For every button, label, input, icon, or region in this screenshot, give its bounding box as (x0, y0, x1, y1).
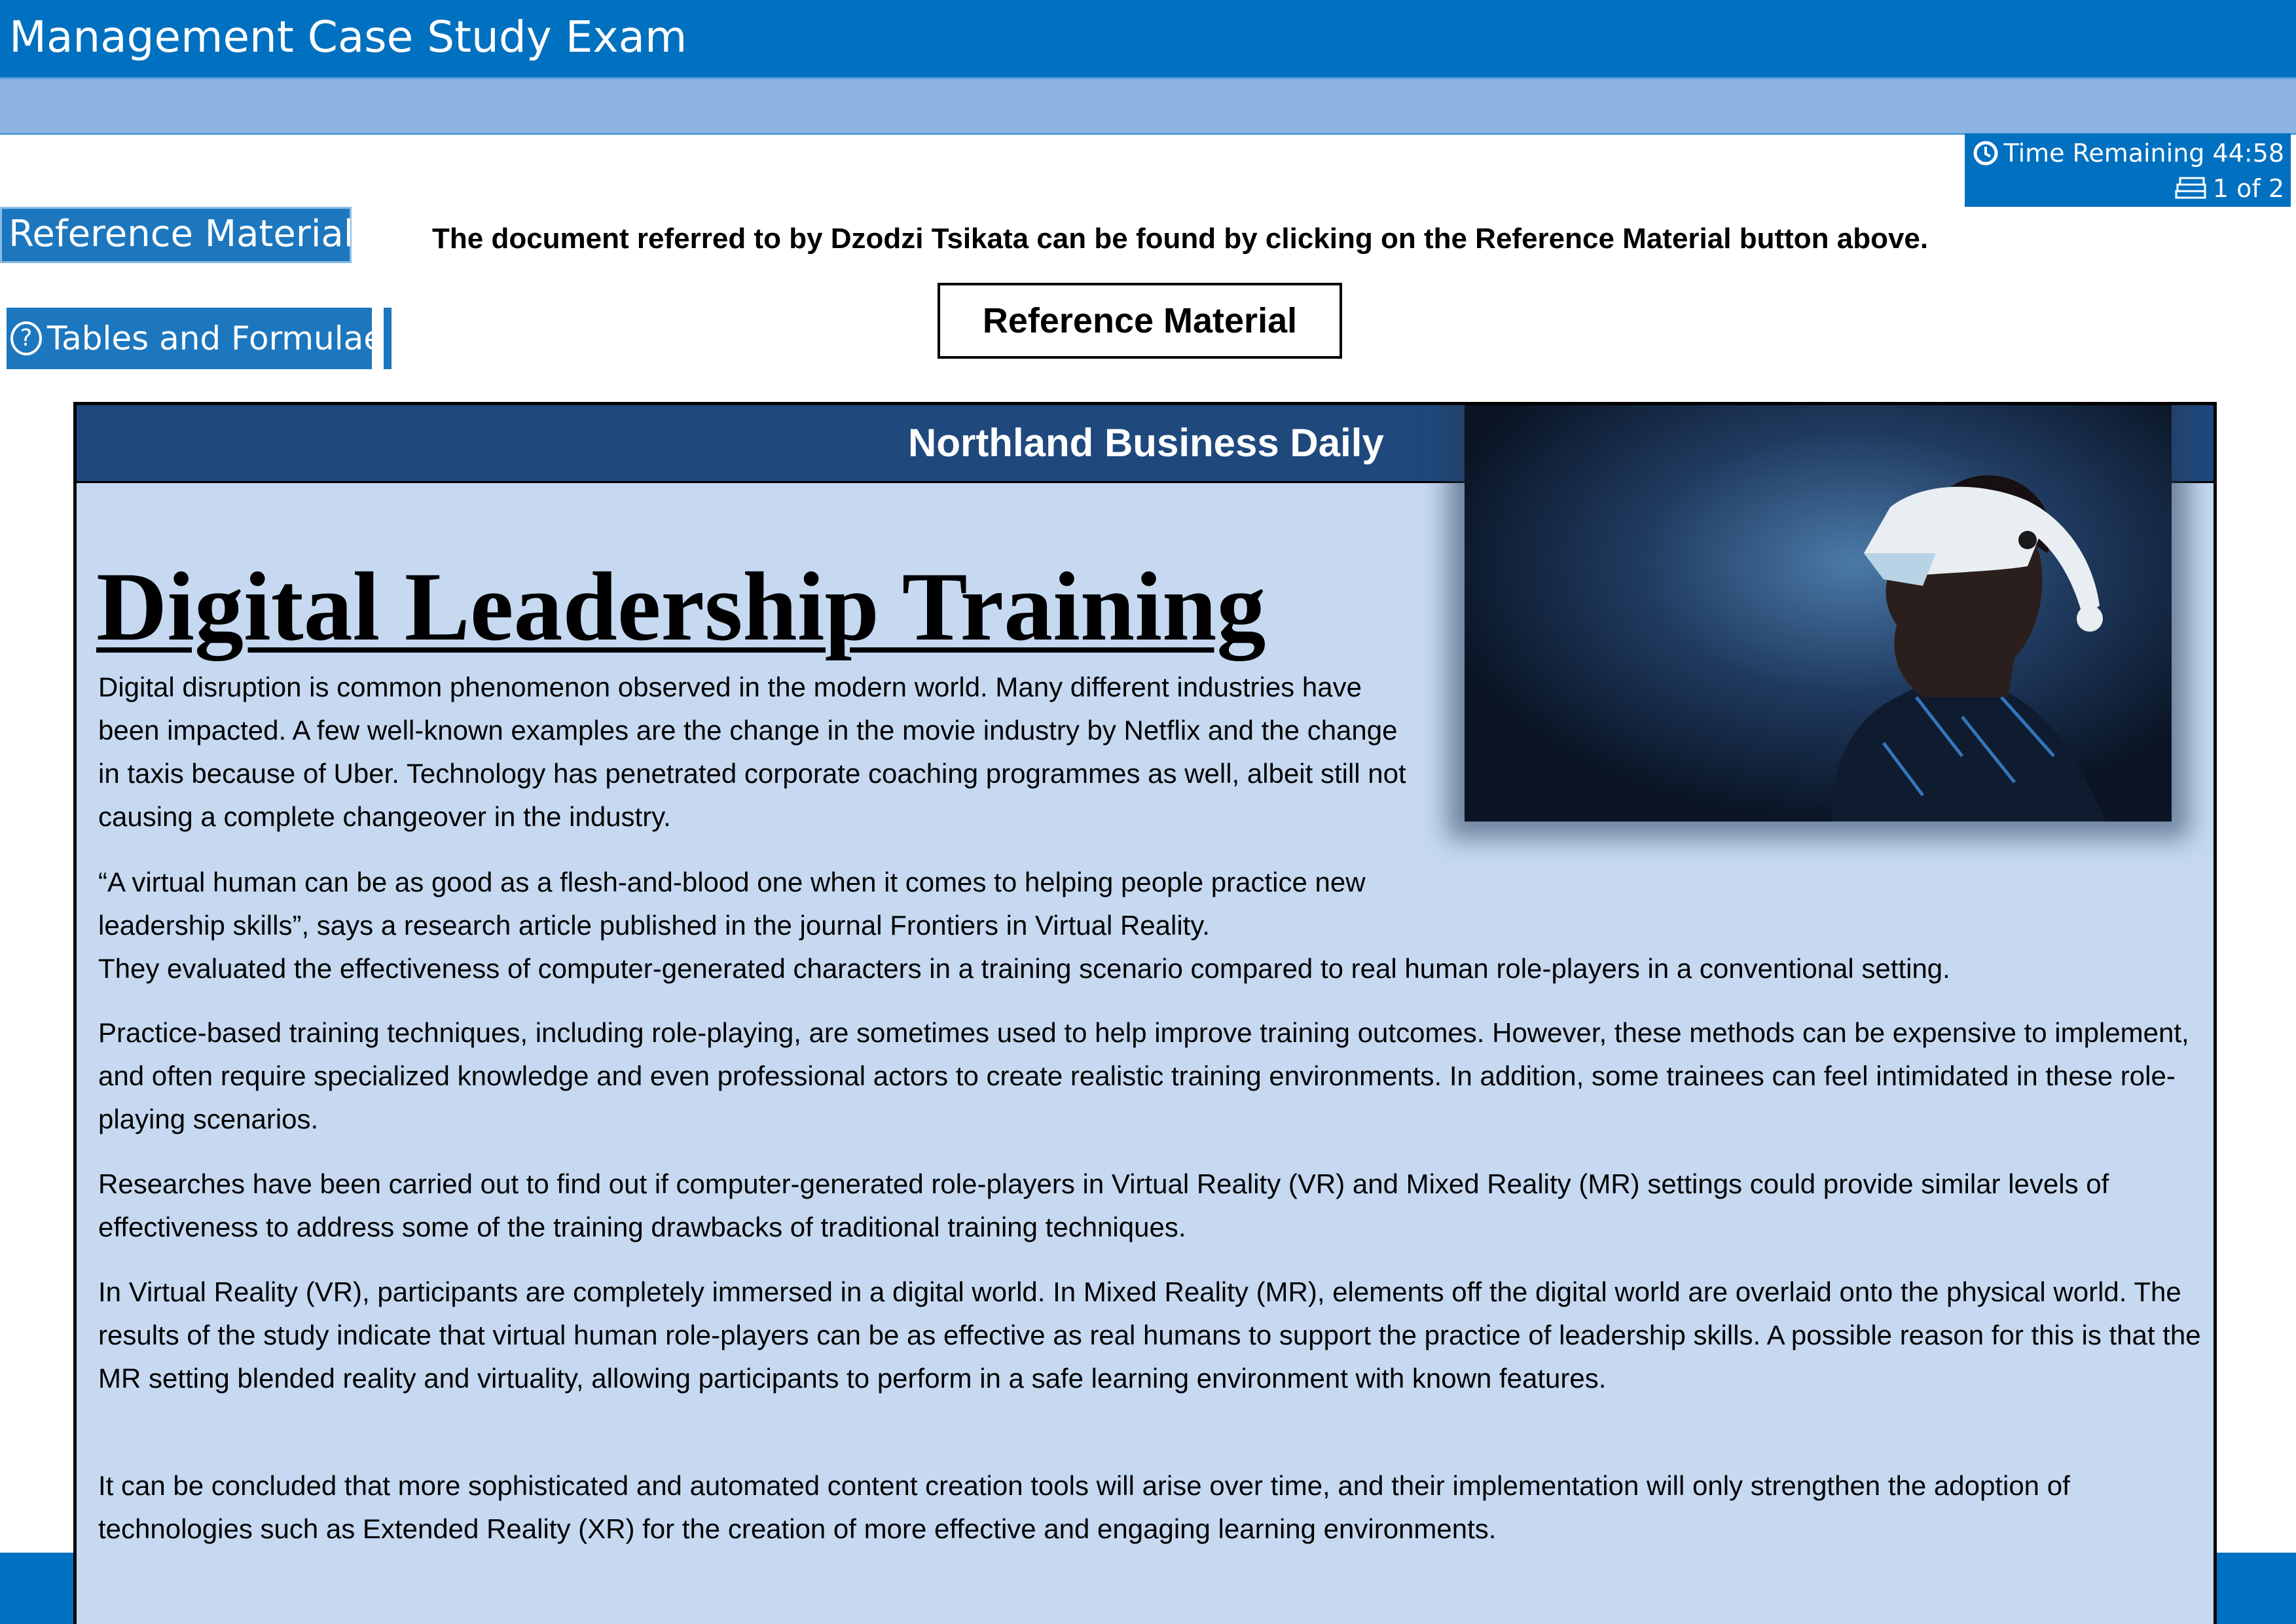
sub-toolbar (0, 79, 2296, 135)
app-title: Management Case Study Exam (9, 12, 687, 62)
question-circle-icon: ? (10, 321, 42, 355)
article-document: Northland Business Daily Digital Leaders… (73, 402, 2217, 1624)
tables-formulae-button[interactable]: ? Tables and Formulae (7, 308, 392, 369)
time-remaining-label: Time Remaining 44:58 (2003, 139, 2284, 168)
article-paragraph-1: Digital disruption is common phenomenon … (98, 672, 1406, 832)
reference-material-button[interactable]: Reference Material (0, 207, 354, 263)
article-paragraph-6: It can be concluded that more sophistica… (98, 1470, 2070, 1544)
title-bar: Management Case Study Exam (0, 0, 2296, 79)
clock-icon (1973, 141, 1998, 166)
article-paragraph-2a: “A virtual human can be as good as a fle… (98, 867, 1366, 941)
vr-headset-photo (1465, 405, 2172, 821)
masthead-title: Northland Business Daily (908, 421, 1384, 465)
article-paragraph-3: Practice-based training techniques, incl… (98, 1017, 2189, 1134)
vr-person-image (1465, 405, 2172, 821)
reference-material-link-button[interactable]: Reference Material (938, 283, 1342, 359)
article-paragraph-4: Researches have been carried out to find… (98, 1168, 2109, 1242)
article-paragraph-2b: They evaluated the effectiveness of comp… (98, 953, 1950, 984)
pages-icon (2175, 177, 2206, 199)
time-remaining: Time Remaining 44:58 (1973, 139, 2284, 168)
timer-panel: Time Remaining 44:58 1 of 2 (1965, 134, 2291, 207)
article-paragraph-5: In Virtual Reality (VR), participants ar… (98, 1276, 2201, 1394)
tables-formulae-label: Tables and Formulae (46, 319, 384, 357)
article-headline: Digital Leadership Training (96, 552, 1266, 661)
page-indicator: 1 of 2 (2175, 174, 2284, 203)
page-indicator-label: 1 of 2 (2212, 174, 2284, 203)
instruction-text: The document referred to by Dzodzi Tsika… (432, 223, 1929, 255)
